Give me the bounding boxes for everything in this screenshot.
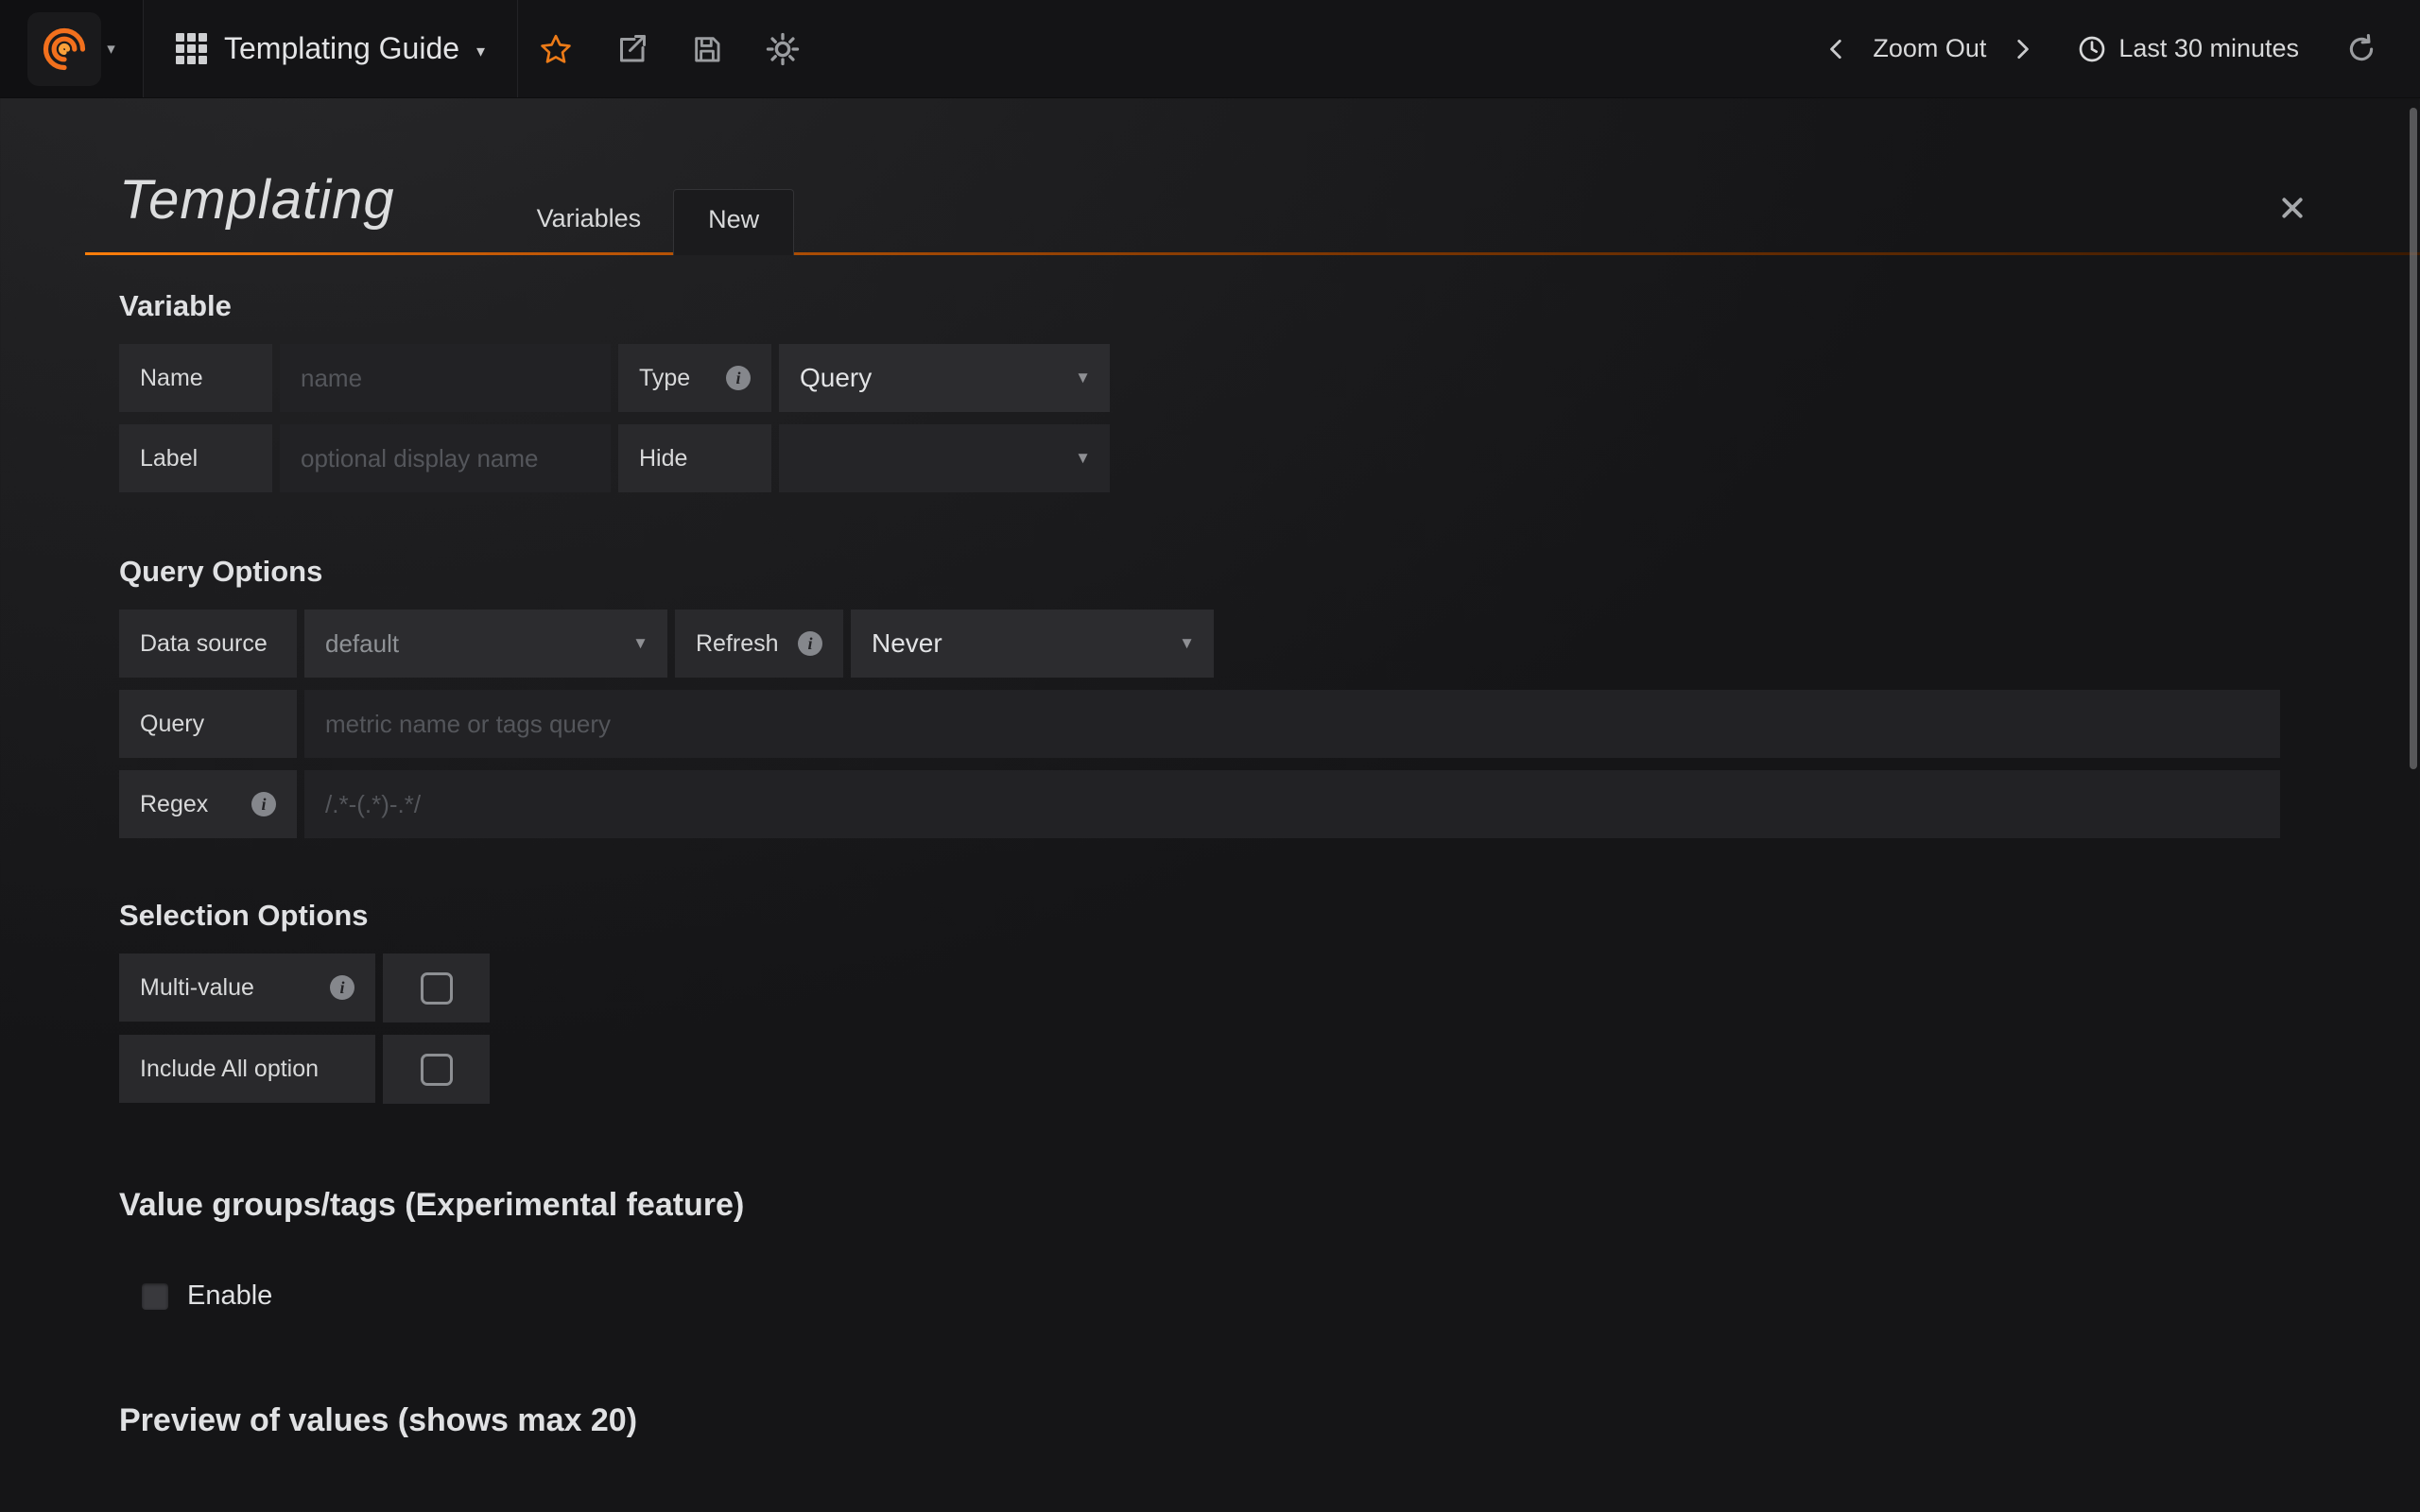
- preview-heading: Preview of values (shows max 20): [119, 1402, 2420, 1439]
- variable-section-heading: Variable: [119, 289, 2420, 323]
- share-icon: [614, 32, 648, 66]
- star-dashboard-button[interactable]: [518, 0, 594, 97]
- tab-new[interactable]: New: [673, 189, 794, 255]
- datasource-label: Data source: [119, 610, 297, 678]
- include-all-checkbox[interactable]: [383, 1035, 490, 1104]
- dashboard-caret-icon: ▾: [476, 42, 485, 61]
- close-icon: [2280, 196, 2305, 220]
- checkbox-unchecked-icon: [421, 1054, 453, 1086]
- refresh-dropdown-caret-icon: ▼: [1164, 634, 1195, 653]
- time-shift-right-button[interactable]: [1996, 37, 2048, 61]
- hide-dropdown-caret-icon: ▼: [1060, 449, 1091, 468]
- type-dropdown[interactable]: Query ▼: [779, 344, 1110, 412]
- query-input[interactable]: [304, 690, 2280, 758]
- type-dropdown-value: Query: [800, 363, 872, 393]
- share-dashboard-button[interactable]: [594, 0, 669, 97]
- hide-dropdown[interactable]: ▼: [779, 424, 1110, 492]
- enable-checkbox-icon: [142, 1283, 168, 1310]
- regex-input[interactable]: [304, 770, 2280, 838]
- datasource-dropdown[interactable]: default ▼: [304, 610, 667, 678]
- hide-label: Hide: [618, 424, 771, 492]
- dashboard-picker[interactable]: Templating Guide ▾: [144, 0, 518, 97]
- save-dashboard-button[interactable]: [669, 0, 745, 97]
- selection-options-heading: Selection Options: [119, 899, 2420, 933]
- clock-icon: [2077, 34, 2107, 64]
- multi-value-info-icon[interactable]: i: [330, 975, 354, 1000]
- templating-header: Templating Variables New: [85, 168, 2420, 255]
- time-range-label: Last 30 minutes: [2118, 34, 2299, 63]
- regex-label-text: Regex: [140, 791, 208, 818]
- time-range-picker[interactable]: Last 30 minutes: [2077, 34, 2299, 64]
- star-icon: [539, 32, 573, 66]
- datasource-dropdown-value: default: [325, 629, 399, 659]
- grafana-menu-button[interactable]: ▾: [0, 0, 144, 97]
- regex-info-icon[interactable]: i: [251, 792, 276, 816]
- checkbox-unchecked-icon: [421, 972, 453, 1005]
- type-dropdown-caret-icon: ▼: [1060, 369, 1091, 387]
- refresh-info-icon[interactable]: i: [798, 631, 822, 656]
- query-options-heading: Query Options: [119, 555, 2420, 589]
- name-label: Name: [119, 344, 272, 412]
- refresh-dropdown[interactable]: Never ▼: [851, 610, 1214, 678]
- dashboard-settings-button[interactable]: [745, 0, 821, 97]
- datasource-dropdown-caret-icon: ▼: [617, 634, 648, 653]
- grafana-logo-icon: [40, 25, 89, 74]
- dashboard-grid-icon: [176, 33, 207, 64]
- query-label: Query: [119, 690, 297, 758]
- variable-section: Name Type i Query ▼ Label Hide ▼: [119, 344, 2420, 492]
- enable-label: Enable: [187, 1280, 272, 1312]
- value-groups-heading: Value groups/tags (Experimental feature): [119, 1187, 2420, 1224]
- dashboard-title: Templating Guide: [224, 31, 459, 66]
- save-icon: [691, 33, 723, 65]
- label-label: Label: [119, 424, 272, 492]
- templating-tabs: Variables New: [505, 186, 795, 252]
- regex-label: Regex i: [119, 770, 297, 838]
- refresh-icon: [2345, 33, 2377, 65]
- zoom-out-button[interactable]: Zoom Out: [1863, 34, 1996, 63]
- tab-variables[interactable]: Variables: [505, 204, 674, 252]
- refresh-dropdown-value: Never: [872, 628, 942, 659]
- close-templating-button[interactable]: [2280, 196, 2305, 220]
- navbar-right-controls: Zoom Out Last 30 minutes: [1810, 0, 2420, 97]
- top-navbar: ▾ Templating Guide ▾: [0, 0, 2420, 98]
- multi-value-label: Multi-value i: [119, 954, 375, 1022]
- chevron-left-icon: [1824, 37, 1849, 61]
- chevron-right-icon: [2010, 37, 2034, 61]
- selection-options-section: Multi-value i Include All option: [119, 954, 2420, 1104]
- include-all-label: Include All option: [119, 1035, 375, 1103]
- time-shift-left-button[interactable]: [1810, 37, 1863, 61]
- type-label: Type i: [618, 344, 771, 412]
- type-label-text: Type: [639, 365, 690, 392]
- scrollbar-thumb[interactable]: [2410, 108, 2417, 769]
- grafana-logo: [27, 12, 101, 86]
- grafana-menu-caret-icon: ▾: [107, 40, 115, 59]
- type-info-icon[interactable]: i: [726, 366, 751, 390]
- label-input[interactable]: [280, 424, 611, 492]
- gear-icon: [765, 31, 801, 67]
- multi-value-label-text: Multi-value: [140, 974, 254, 1002]
- refresh-label-text: Refresh: [696, 630, 779, 658]
- name-input[interactable]: [280, 344, 611, 412]
- templating-editor: Templating Variables New Variable Name T…: [0, 168, 2420, 1512]
- refresh-dashboard-button[interactable]: [2335, 33, 2388, 65]
- multi-value-checkbox[interactable]: [383, 954, 490, 1022]
- query-options-section: Data source default ▼ Refresh i Never ▼ …: [119, 610, 2420, 838]
- page-title: Templating: [119, 168, 395, 252]
- enable-value-groups-checkbox[interactable]: Enable: [142, 1280, 2420, 1312]
- refresh-label: Refresh i: [675, 610, 843, 678]
